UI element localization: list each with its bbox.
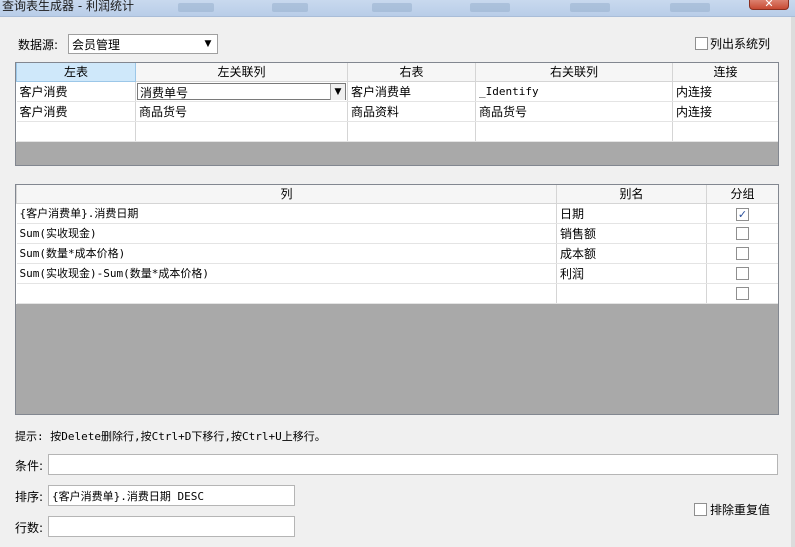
window-title: 查询表生成器 - 利润统计 bbox=[2, 0, 134, 13]
alias-cell[interactable]: 利润 bbox=[556, 263, 707, 284]
sort-label: 排序: bbox=[15, 490, 44, 504]
expression-cell[interactable]: Sum(实收现金)-Sum(数量*成本价格) bbox=[16, 263, 557, 284]
header-alias[interactable]: 别名 bbox=[556, 185, 707, 204]
table-row[interactable]: {客户消费单}.消费日期 日期 ✓ bbox=[16, 203, 778, 224]
sort-input[interactable]: {客户消费单}.消费日期 DESC bbox=[48, 485, 295, 506]
header-right-column[interactable]: 右关联列 bbox=[475, 63, 673, 82]
join-grid[interactable]: 左表 左关联列 右表 右关联列 连接 客户消费 消费单号 ▼ 客户消费单 _Id… bbox=[15, 62, 779, 166]
right-column-cell[interactable] bbox=[475, 121, 673, 142]
condition-input[interactable] bbox=[48, 454, 778, 475]
chevron-down-icon[interactable]: ▼ bbox=[330, 83, 345, 100]
group-checkbox[interactable] bbox=[736, 286, 749, 300]
blurred-background bbox=[470, 3, 510, 12]
left-column-value: 消费单号 bbox=[140, 85, 189, 100]
window-scrollbar[interactable] bbox=[791, 17, 795, 547]
group-cell[interactable] bbox=[706, 223, 778, 244]
left-table-cell[interactable]: 客户消费 bbox=[16, 101, 136, 122]
alias-cell[interactable]: 成本额 bbox=[556, 243, 707, 264]
blurred-background bbox=[670, 3, 710, 12]
blurred-background bbox=[178, 3, 214, 12]
alias-cell[interactable]: 销售额 bbox=[556, 223, 707, 244]
table-row[interactable] bbox=[16, 283, 778, 304]
left-column-select[interactable]: 消费单号 ▼ bbox=[137, 82, 346, 100]
column-grid[interactable]: 列 别名 分组 {客户消费单}.消费日期 日期 ✓ Sum(实收现金) 销售额 … bbox=[15, 184, 779, 415]
expression-cell[interactable]: {客户消费单}.消费日期 bbox=[16, 203, 557, 224]
group-cell[interactable] bbox=[706, 283, 778, 304]
right-column-cell[interactable]: 商品货号 bbox=[475, 101, 673, 122]
list-system-columns-label: 列出系统列 bbox=[710, 37, 771, 51]
group-checkbox[interactable] bbox=[736, 246, 749, 260]
table-row[interactable]: 客户消费 商品货号 商品资料 商品货号 内连接 bbox=[16, 101, 778, 122]
group-checkbox[interactable]: ✓ bbox=[736, 208, 749, 221]
alias-cell[interactable] bbox=[556, 283, 707, 304]
blurred-background bbox=[372, 3, 412, 12]
left-column-cell[interactable]: 商品货号 bbox=[135, 101, 348, 122]
datasource-select[interactable]: 会员管理 ▼ bbox=[68, 34, 218, 54]
right-table-cell[interactable]: 客户消费单 bbox=[347, 81, 476, 102]
column-header-row: 列 别名 分组 bbox=[16, 185, 778, 204]
left-table-cell[interactable] bbox=[16, 121, 136, 142]
table-row[interactable]: Sum(实收现金) 销售额 bbox=[16, 223, 778, 244]
condition-label: 条件: bbox=[15, 459, 44, 473]
right-table-cell[interactable]: 商品资料 bbox=[347, 101, 476, 122]
left-column-cell[interactable] bbox=[135, 121, 348, 142]
join-type-cell[interactable]: 内连接 bbox=[672, 81, 778, 102]
join-type-cell[interactable]: 内连接 bbox=[672, 101, 778, 122]
header-left-column[interactable]: 左关联列 bbox=[135, 63, 348, 82]
header-right-table[interactable]: 右表 bbox=[347, 63, 476, 82]
header-left-table[interactable]: 左表 bbox=[16, 63, 136, 82]
list-system-columns-checkbox[interactable] bbox=[695, 37, 708, 50]
group-checkbox[interactable] bbox=[736, 266, 749, 280]
distinct-label: 排除重复值 bbox=[710, 503, 771, 517]
header-join-type[interactable]: 连接 bbox=[672, 63, 778, 82]
right-table-cell[interactable] bbox=[347, 121, 476, 142]
group-cell[interactable] bbox=[706, 263, 778, 284]
close-button[interactable]: ✕ bbox=[749, 0, 789, 10]
alias-cell[interactable]: 日期 bbox=[556, 203, 707, 224]
chevron-down-icon: ▼ bbox=[204, 39, 212, 49]
header-group[interactable]: 分组 bbox=[706, 185, 778, 204]
table-row[interactable]: 客户消费 消费单号 ▼ 客户消费单 _Identify 内连接 bbox=[16, 81, 778, 102]
group-cell[interactable]: ✓ bbox=[706, 203, 778, 224]
group-checkbox[interactable] bbox=[736, 226, 749, 240]
header-column-expression[interactable]: 列 bbox=[16, 185, 557, 204]
expression-cell[interactable]: Sum(实收现金) bbox=[16, 223, 557, 244]
table-row[interactable] bbox=[16, 121, 778, 142]
expression-cell[interactable]: Sum(数量*成本价格) bbox=[16, 243, 557, 264]
close-icon: ✕ bbox=[764, 0, 774, 10]
left-table-cell[interactable]: 客户消费 bbox=[16, 81, 136, 102]
datasource-value: 会员管理 bbox=[72, 38, 121, 52]
rowcount-input[interactable] bbox=[48, 516, 295, 537]
left-column-cell[interactable]: 消费单号 ▼ bbox=[135, 81, 348, 102]
blurred-background bbox=[272, 3, 308, 12]
expression-cell[interactable] bbox=[16, 283, 557, 304]
hint-text: 提示: 按Delete删除行,按Ctrl+D下移行,按Ctrl+U上移行。 bbox=[15, 430, 326, 443]
join-header-row: 左表 左关联列 右表 右关联列 连接 bbox=[16, 63, 778, 82]
group-cell[interactable] bbox=[706, 243, 778, 264]
right-column-cell[interactable]: _Identify bbox=[475, 81, 673, 102]
title-bar: 查询表生成器 - 利润统计 ✕ bbox=[0, 0, 795, 17]
distinct-checkbox[interactable] bbox=[694, 503, 707, 516]
blurred-background bbox=[570, 3, 610, 12]
rowcount-label: 行数: bbox=[15, 521, 44, 535]
join-type-cell[interactable] bbox=[672, 121, 778, 142]
datasource-label: 数据源: bbox=[18, 38, 59, 52]
table-row[interactable]: Sum(实收现金)-Sum(数量*成本价格) 利润 bbox=[16, 263, 778, 284]
checkmark-icon: ✓ bbox=[737, 208, 748, 221]
table-row[interactable]: Sum(数量*成本价格) 成本额 bbox=[16, 243, 778, 264]
